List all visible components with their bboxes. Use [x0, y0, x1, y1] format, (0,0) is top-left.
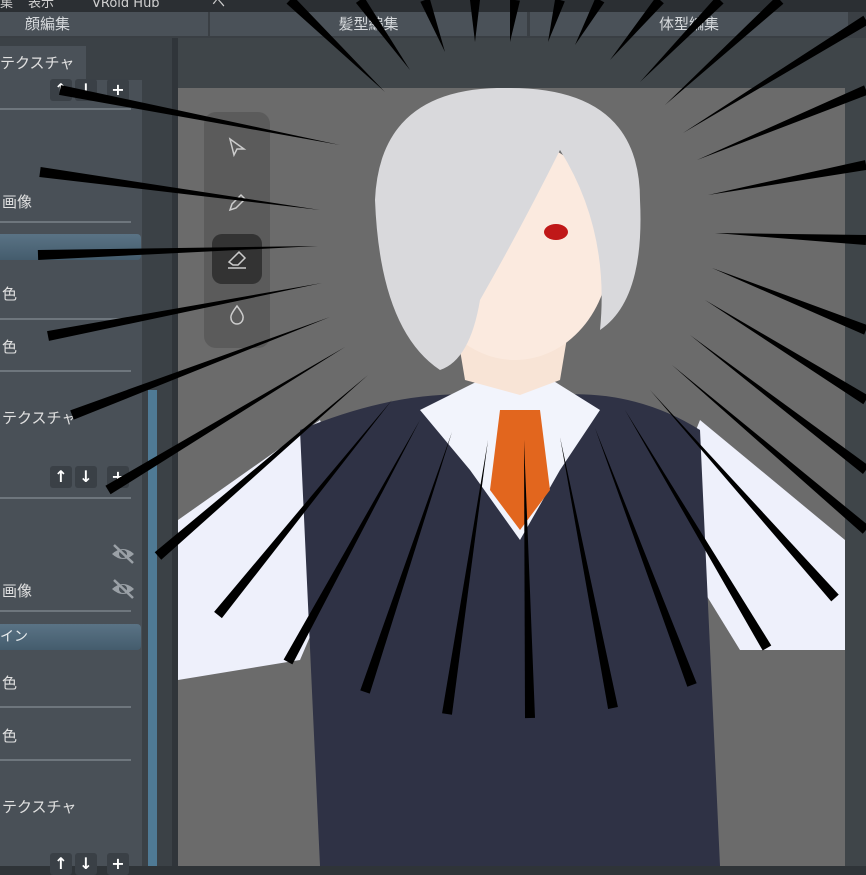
eye-hidden-icon[interactable]	[110, 543, 136, 565]
menu-help[interactable]: ヘ	[212, 0, 225, 11]
divider	[0, 706, 131, 708]
dropper-tool-button[interactable]	[212, 290, 262, 340]
move-down-button[interactable]: ↓	[75, 853, 97, 875]
eraser-icon	[227, 250, 247, 269]
viewport-right-border	[845, 88, 866, 866]
drop-icon	[230, 304, 244, 325]
viewport-header	[172, 38, 866, 88]
row-color[interactable]: 色	[2, 725, 17, 746]
add-button[interactable]: +	[107, 466, 129, 488]
editor-tabs: 顔編集 髪型編集 体型編集	[0, 12, 866, 38]
tool-palette	[204, 112, 270, 348]
row-color[interactable]: 色	[2, 672, 17, 693]
move-up-button[interactable]: ↑	[50, 466, 72, 488]
tab-hair[interactable]: 髪型編集	[210, 12, 527, 36]
3d-viewport[interactable]	[178, 88, 845, 866]
divider	[0, 108, 131, 110]
character-model	[178, 88, 845, 866]
row-texture[interactable]: テクスチャ	[2, 407, 76, 428]
eye	[544, 224, 568, 240]
pen-icon	[228, 193, 247, 212]
move-down-button[interactable]: ↓	[75, 79, 97, 101]
scrollbar[interactable]	[148, 390, 157, 866]
section-header-line[interactable]: イン	[0, 624, 141, 650]
eye-hidden-icon[interactable]	[110, 578, 136, 600]
left-panel: テクスチャ ↑ ↓ + 画像 色 色 テクスチャ ↑ ↓ + 画像 イン 色 色…	[0, 38, 172, 875]
divider	[0, 610, 131, 612]
pen-tool-button[interactable]	[212, 178, 262, 228]
add-button[interactable]: +	[107, 853, 129, 875]
row-color[interactable]: 色	[2, 283, 17, 304]
tab-body[interactable]: 体型編集	[530, 12, 848, 36]
move-up-button[interactable]: ↑	[50, 79, 72, 101]
tab-face[interactable]: 顔編集	[0, 12, 208, 36]
row-color[interactable]: 色	[2, 336, 17, 357]
add-button[interactable]: +	[107, 79, 129, 101]
divider	[0, 497, 131, 499]
row-image[interactable]: 画像	[2, 191, 32, 212]
select-tool-button[interactable]	[212, 122, 262, 172]
divider	[0, 370, 131, 372]
divider	[0, 221, 131, 223]
divider	[0, 759, 131, 761]
row-image[interactable]: 画像	[2, 580, 32, 601]
move-up-button[interactable]: ↑	[50, 853, 72, 875]
texture-pane: ↑ ↓ + 画像 色 色 テクスチャ ↑ ↓ + 画像 イン 色 色 テクスチャ…	[0, 79, 142, 875]
menu-edit[interactable]: 集	[0, 0, 13, 11]
move-down-button[interactable]: ↓	[75, 466, 97, 488]
menu-vroid-hub[interactable]: VRoid Hub	[92, 0, 160, 11]
texture-tab[interactable]: テクスチャ	[0, 46, 86, 80]
section-header[interactable]	[0, 234, 141, 260]
menu-bar: 集 表示 VRoid Hub ヘ	[0, 0, 866, 12]
eraser-tool-button[interactable]	[212, 234, 262, 284]
row-texture[interactable]: テクスチャ	[2, 796, 76, 817]
divider	[0, 318, 131, 320]
cursor-icon	[228, 137, 247, 158]
menu-view[interactable]: 表示	[28, 0, 54, 11]
